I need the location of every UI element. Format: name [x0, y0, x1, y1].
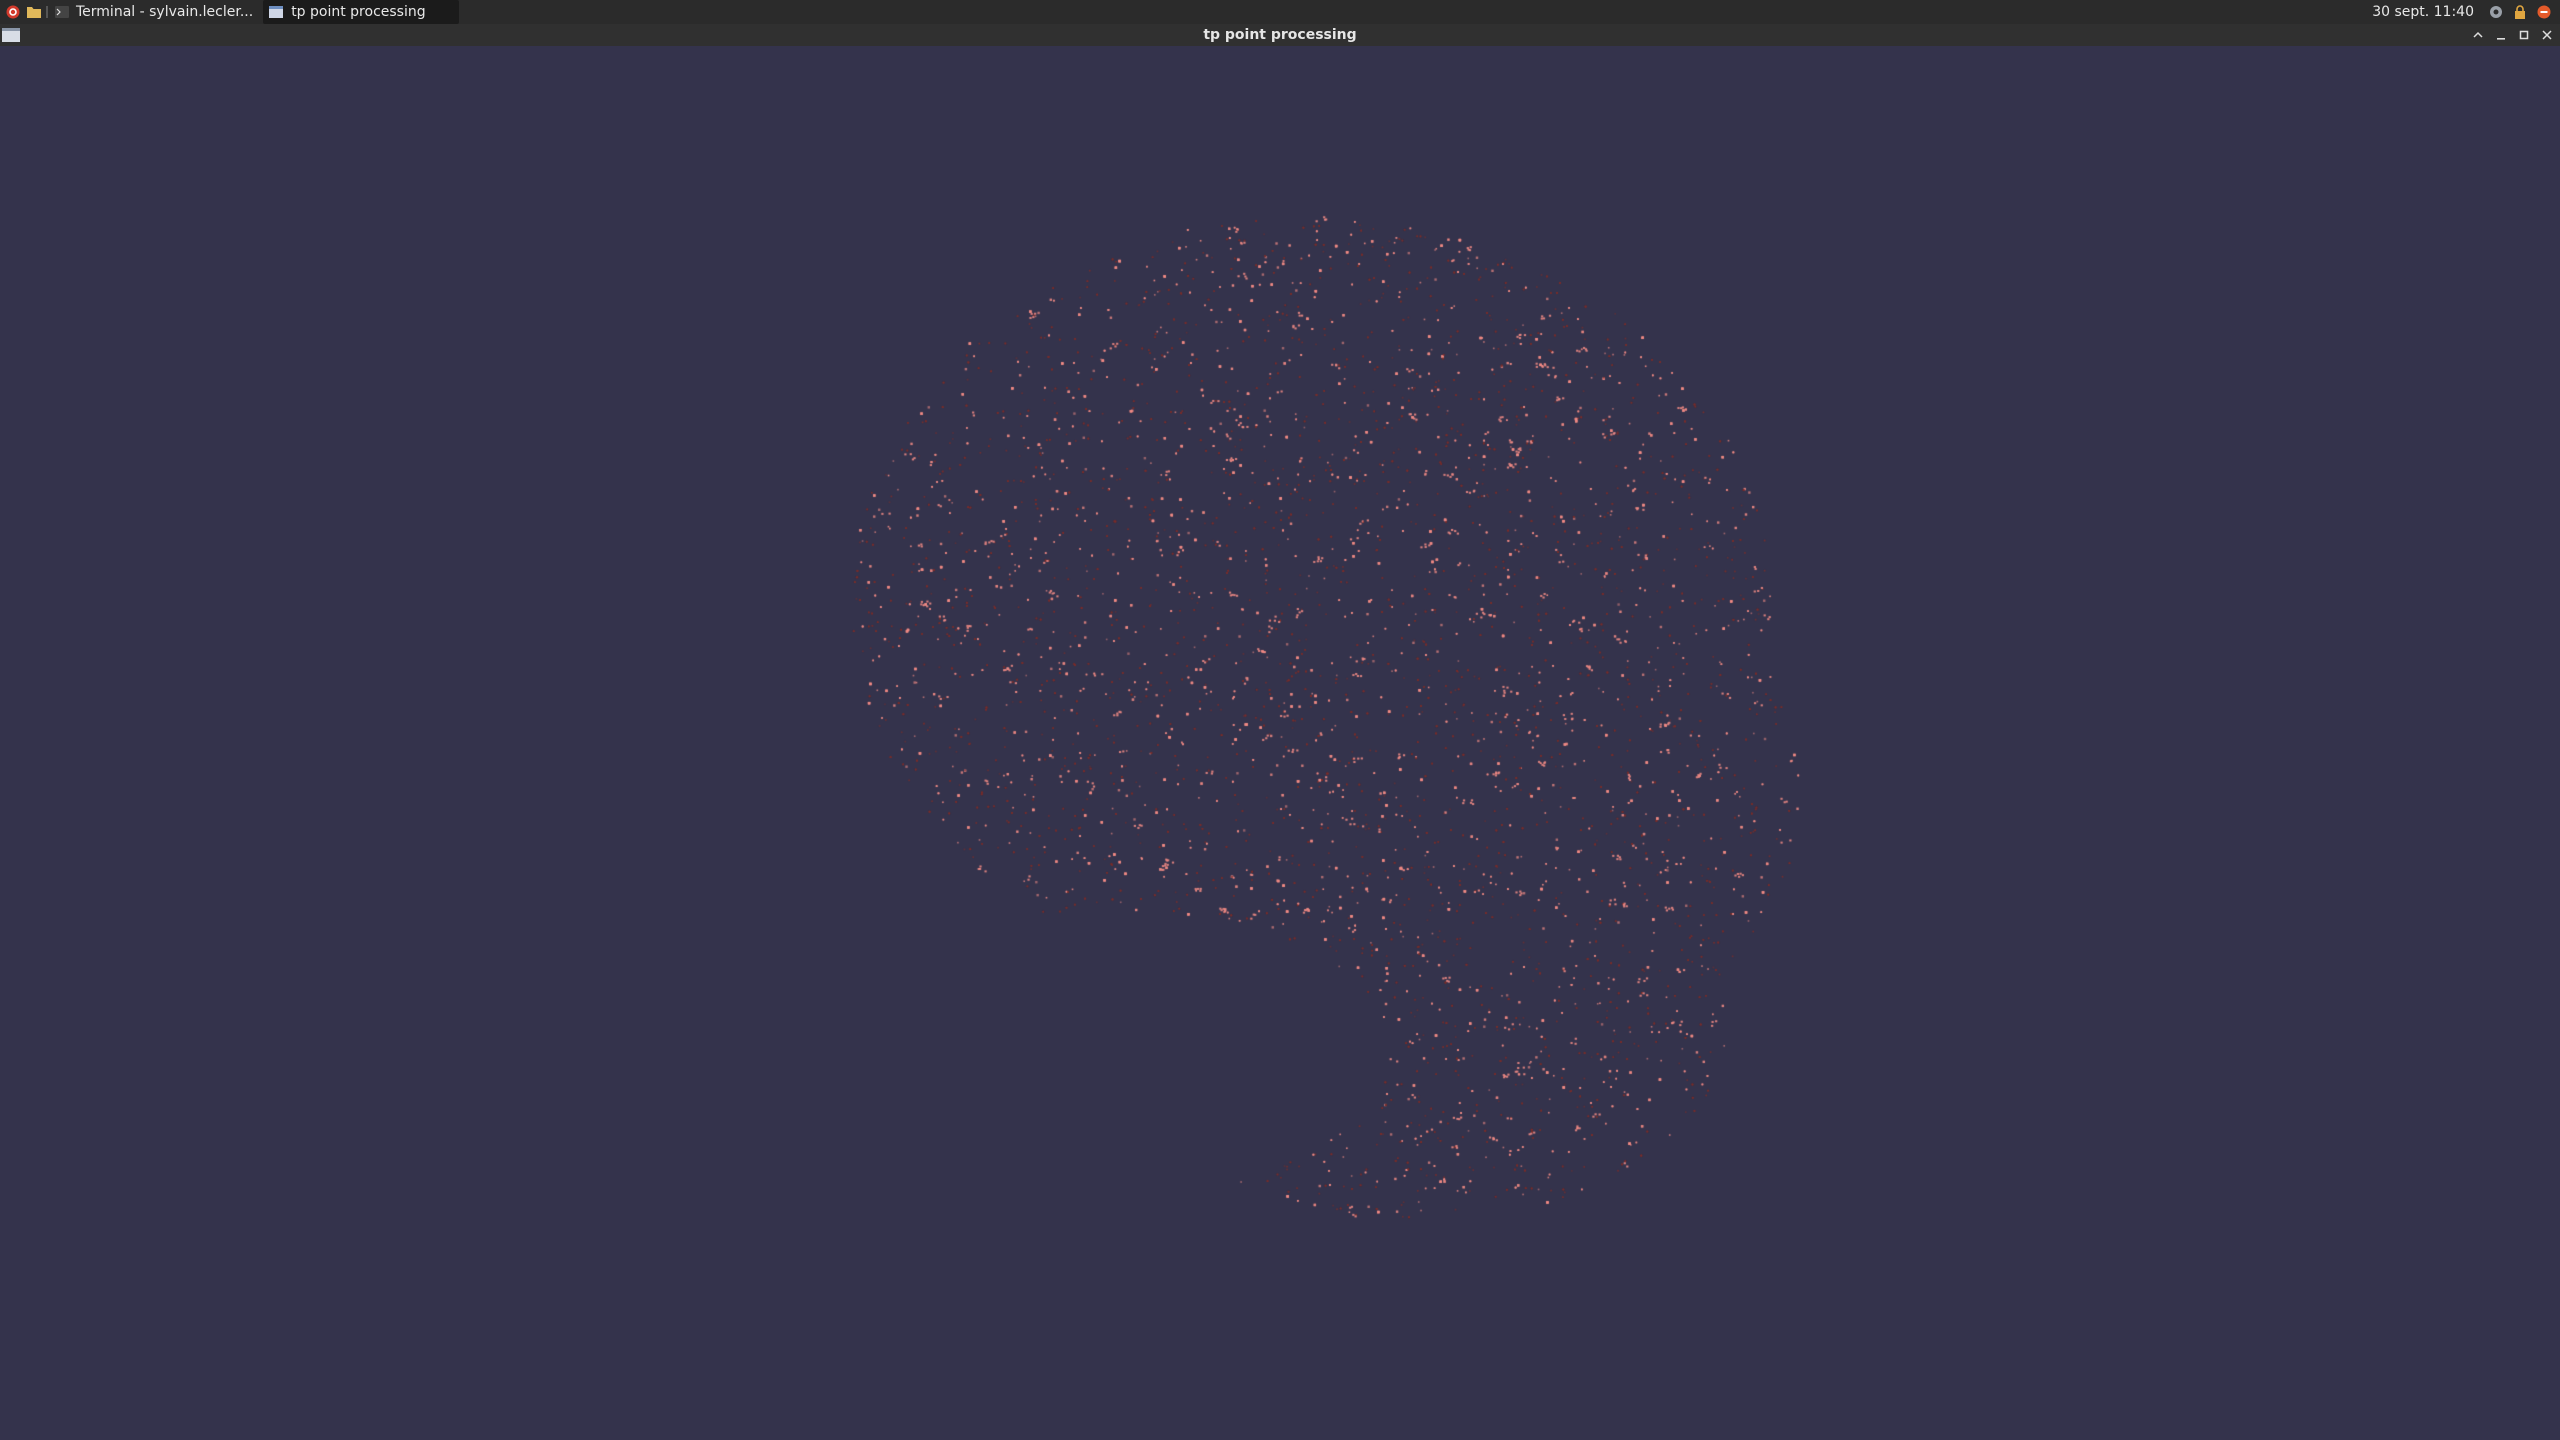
shade-icon[interactable]	[2469, 26, 2487, 44]
window-titlebar[interactable]: tp point processing	[0, 24, 2560, 46]
close-icon[interactable]	[2538, 26, 2556, 44]
clock[interactable]: 30 sept. 11:40	[2372, 4, 2474, 20]
app-menu-icon[interactable]	[5, 4, 21, 20]
point-cloud	[0, 46, 2560, 1440]
system-tray: 30 sept. 11:40	[2372, 0, 2560, 24]
opengl-viewport[interactable]	[0, 46, 2560, 1440]
separator-icon	[45, 4, 49, 20]
lock-icon[interactable]	[2512, 4, 2528, 20]
task-tp-label: tp point processing	[291, 4, 426, 20]
window-controls	[2464, 26, 2556, 44]
window-title: tp point processing	[1203, 27, 1357, 43]
task-terminal-label: Terminal - sylvain.lecler...	[76, 4, 254, 20]
terminal-icon[interactable]	[54, 4, 70, 20]
window-icon	[269, 6, 284, 18]
folder-icon[interactable]	[26, 4, 42, 20]
power-icon[interactable]	[2536, 4, 2552, 20]
task-terminal[interactable]: Terminal - sylvain.lecler...	[70, 0, 263, 24]
task-tp-point-processing[interactable]: tp point processing	[263, 0, 460, 24]
minimize-icon[interactable]	[2492, 26, 2510, 44]
network-icon[interactable]	[2488, 4, 2504, 20]
maximize-icon[interactable]	[2515, 26, 2533, 44]
taskbar: Terminal - sylvain.lecler... tp point pr…	[0, 0, 2560, 24]
